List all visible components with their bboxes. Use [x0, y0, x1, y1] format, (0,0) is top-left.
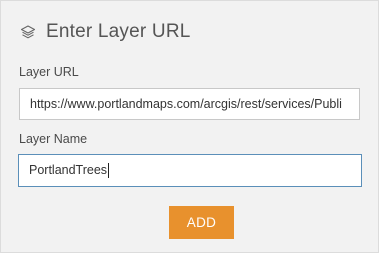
layer-url-label: Layer URL	[19, 65, 79, 79]
layer-name-label: Layer Name	[19, 132, 88, 146]
layer-name-input[interactable]: PortlandTrees	[18, 154, 362, 187]
layer-url-input[interactable]: https://www.portlandmaps.com/arcgis/rest…	[19, 88, 360, 120]
layer-name-value: PortlandTrees	[29, 163, 108, 177]
enter-layer-url-panel: Enter Layer URL Layer URL https://www.po…	[0, 0, 379, 253]
layer-url-value: https://www.portlandmaps.com/arcgis/rest…	[30, 97, 342, 111]
text-caret	[108, 163, 110, 179]
panel-header: Enter Layer URL	[19, 18, 191, 46]
layers-icon	[19, 23, 37, 41]
panel-title: Enter Layer URL	[46, 21, 191, 42]
add-button[interactable]: ADD	[169, 206, 234, 239]
